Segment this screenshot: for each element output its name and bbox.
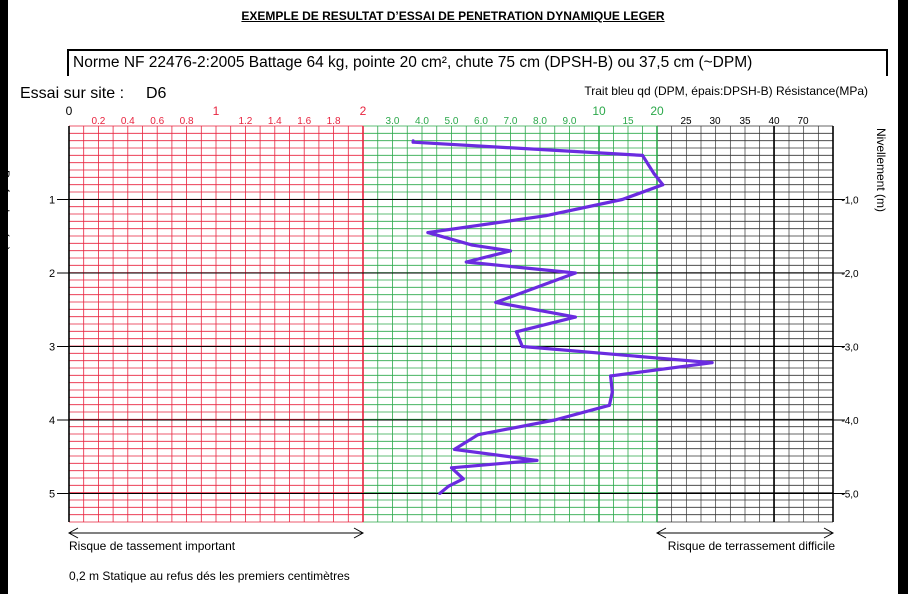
top-tick-label: 1.6: [297, 116, 311, 127]
risk-label-settlement: Risque de tassement important: [69, 539, 236, 553]
top-tick-label: 10: [592, 104, 606, 118]
risk-label-excavation: Risque de terrassement difficile: [668, 539, 836, 553]
qd-profile-point: [470, 243, 474, 247]
top-tick-label: 1.8: [327, 116, 341, 127]
depth-tick-label: 1: [49, 195, 55, 207]
top-tick-label: 7.0: [504, 116, 518, 127]
qd-profile-point: [494, 300, 498, 304]
qd-profile-point: [438, 492, 442, 495]
page: EXEMPLE DE RESULTAT D’ESSAI DE PENETRATI…: [0, 0, 908, 594]
qd-profile-point: [573, 315, 577, 319]
top-tick-label: 25: [680, 116, 692, 127]
qd-profile-point: [620, 198, 624, 201]
top-tick-label: 8.0: [533, 116, 547, 127]
qd-profile-point: [514, 330, 518, 334]
elevation-tick-label: -3,0: [841, 343, 859, 354]
top-tick-label: 30: [709, 116, 721, 127]
qd-profile-point: [447, 484, 451, 488]
qd-profile-point: [476, 433, 480, 437]
qd-profile-point: [553, 418, 557, 422]
top-tick-label: 35: [739, 116, 751, 127]
top-tick-label: 1.4: [268, 116, 282, 127]
qd-profile-point: [450, 466, 453, 470]
depth-tick-label: 3: [49, 342, 55, 354]
depth-tick-label: 2: [49, 268, 55, 280]
qd-profile-point: [641, 153, 644, 157]
top-tick-label: 70: [797, 116, 809, 127]
qd-profile-point: [573, 271, 577, 275]
qd-profile-point: [452, 447, 456, 451]
qd-profile-point: [652, 172, 656, 176]
top-tick-label: 1: [213, 104, 220, 118]
qd-profile-point: [509, 249, 512, 253]
qd-profile-point: [464, 260, 468, 264]
top-tick-label: 0.6: [150, 116, 164, 127]
top-tick-label: 9.0: [563, 116, 577, 127]
top-tick-label: 0.8: [180, 116, 194, 127]
qd-profile-point: [607, 403, 611, 407]
qd-profile-point: [461, 477, 465, 481]
elevation-tick-label: -1,0: [841, 196, 859, 207]
top-tick-label: 40: [768, 116, 780, 127]
depth-tick-label: 4: [49, 415, 55, 427]
elevation-tick-label: -4,0: [841, 416, 859, 427]
top-tick-label: 2: [360, 104, 367, 118]
top-tick-label: 0.2: [91, 116, 105, 127]
qd-profile-point: [544, 214, 548, 218]
qd-profile-point: [610, 390, 614, 394]
qd-profile-point: [661, 183, 665, 187]
top-tick-label: 0.4: [121, 116, 135, 127]
penetration-chart: 0.2 0.4 0.6 0.8 1.2 1.4 1.6 1.8 3.0 4.0 5.0 6.0 7.0 8…: [49, 104, 859, 553]
top-tick-label: 20: [650, 104, 664, 118]
top-tick-label: 0: [66, 104, 73, 118]
top-tick-label: 3.0: [386, 116, 400, 127]
depth-tick-label: 5: [49, 489, 55, 501]
qd-profile-point: [411, 140, 415, 144]
qd-profile-point: [426, 231, 430, 235]
top-tick-label: 5.0: [445, 116, 459, 127]
top-tick-label: 6.0: [474, 116, 488, 127]
elevation-tick-label: -2,0: [841, 269, 859, 280]
qd-profile-point: [520, 345, 524, 348]
qd-profile-point: [609, 374, 613, 378]
qd-profile-point: [535, 458, 539, 462]
top-tick-label: 15: [622, 116, 634, 127]
elevation-tick-label: -5,0: [841, 490, 859, 501]
top-tick-label: 4.0: [415, 116, 429, 127]
top-tick-label: 1.2: [238, 116, 252, 127]
qd-profile-point: [710, 361, 714, 365]
qd-profile-line: [411, 140, 714, 495]
